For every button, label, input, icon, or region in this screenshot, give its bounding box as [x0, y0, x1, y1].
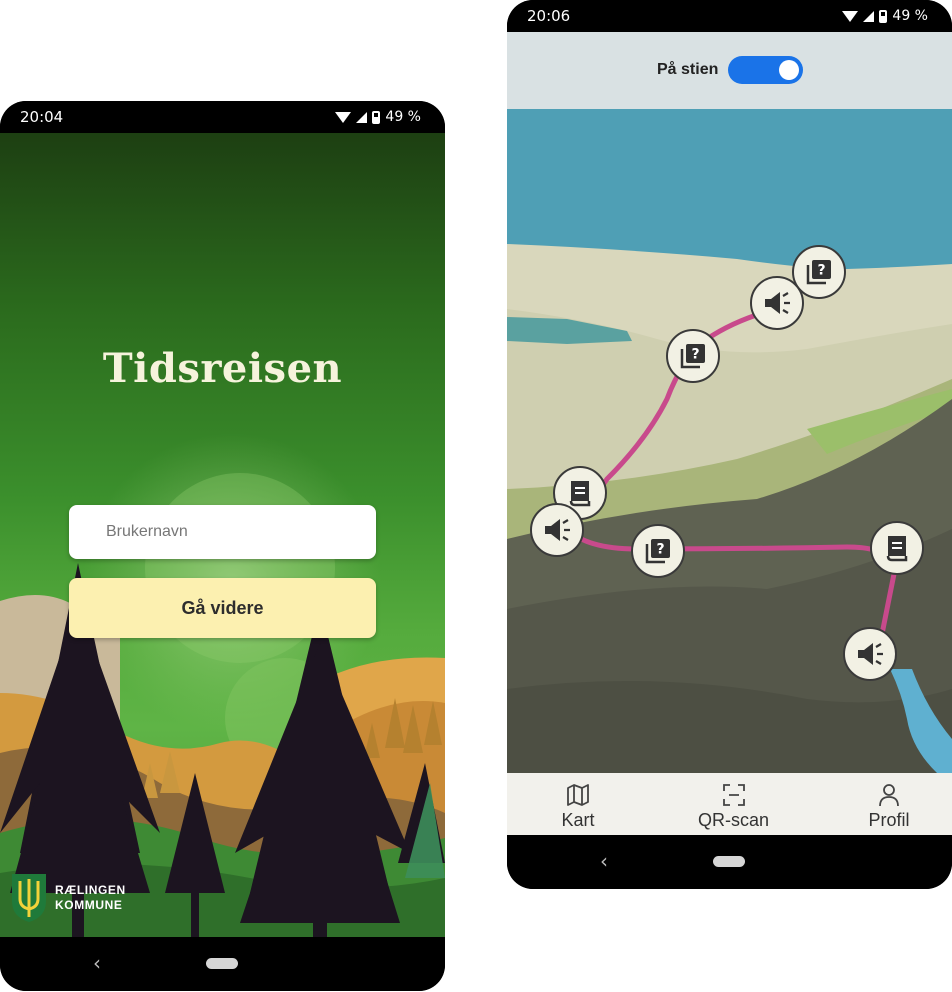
map-icon	[567, 784, 589, 806]
book-icon	[886, 536, 908, 562]
status-bar: 20:06 49 %	[507, 0, 952, 32]
nav-map[interactable]: Kart	[533, 773, 623, 835]
continue-button[interactable]: Gå videre	[69, 578, 376, 638]
book-icon	[569, 481, 591, 507]
wifi-icon	[842, 10, 859, 22]
quiz-icon: ?	[680, 344, 705, 369]
audio-marker[interactable]	[843, 627, 897, 681]
logo-line-1: RÆLINGEN	[55, 883, 126, 897]
system-nav-bar: ‹	[507, 835, 952, 889]
battery-icon	[879, 9, 888, 23]
nav-profile[interactable]: Profil	[844, 773, 934, 835]
book-marker[interactable]	[870, 521, 924, 575]
username-input[interactable]	[69, 505, 376, 559]
qr-scan-icon	[722, 784, 745, 806]
profile-icon	[879, 784, 899, 807]
quiz-icon: ?	[806, 260, 831, 285]
municipality-logo: RÆLINGEN KOMMUNE	[11, 873, 126, 923]
coat-of-arms-icon	[12, 874, 46, 922]
quiz-marker[interactable]: ?	[631, 524, 685, 578]
wifi-icon	[335, 111, 352, 123]
terrain-map[interactable]: ? ? ?	[507, 109, 952, 773]
home-pill[interactable]	[206, 958, 238, 969]
nav-qr-scan[interactable]: QR-scan	[689, 773, 779, 835]
audio-icon	[858, 643, 883, 665]
status-time: 20:06	[527, 7, 571, 25]
home-pill[interactable]	[713, 856, 745, 867]
audio-icon	[765, 292, 790, 314]
signal-icon	[863, 10, 875, 22]
svg-text:?: ?	[691, 347, 699, 363]
toggle-knob	[779, 60, 800, 80]
audio-marker[interactable]	[750, 276, 804, 330]
quiz-icon: ?	[645, 539, 670, 564]
svg-text:?: ?	[656, 542, 664, 558]
system-nav-bar: ‹	[0, 937, 445, 991]
back-icon[interactable]: ‹	[600, 849, 608, 873]
trail-header: På stien	[507, 32, 952, 109]
map-phone: 20:06 49 % På stien ? ? ? Kart QR-scan P…	[507, 0, 952, 889]
battery-percent: 49 %	[892, 8, 928, 24]
login-phone: 20:04 49 % Tidsreisen Brukernavn Gå vide…	[0, 101, 445, 991]
quiz-marker[interactable]: ?	[666, 329, 720, 383]
audio-icon	[545, 519, 570, 541]
signal-icon	[356, 111, 368, 123]
nav-profile-label: Profil	[868, 810, 910, 830]
bottom-navigation: Kart QR-scan Profil	[507, 773, 952, 835]
nav-qr-scan-label: QR-scan	[697, 810, 769, 830]
back-icon[interactable]: ‹	[93, 951, 101, 975]
app-title: Tidsreisen	[102, 345, 343, 392]
audio-marker[interactable]	[530, 503, 584, 557]
status-bar: 20:04 49 %	[0, 101, 445, 133]
on-trail-label: På stien	[657, 61, 719, 78]
nav-map-label: Kart	[561, 810, 595, 830]
status-time: 20:04	[20, 108, 64, 126]
battery-percent: 49 %	[385, 109, 421, 125]
logo-line-2: KOMMUNE	[55, 898, 123, 912]
svg-text:?: ?	[817, 263, 825, 279]
login-screen: Tidsreisen Gå videre RÆLINGEN KOMMUNE	[0, 133, 445, 937]
battery-icon	[372, 110, 381, 124]
on-trail-toggle[interactable]	[728, 56, 804, 84]
